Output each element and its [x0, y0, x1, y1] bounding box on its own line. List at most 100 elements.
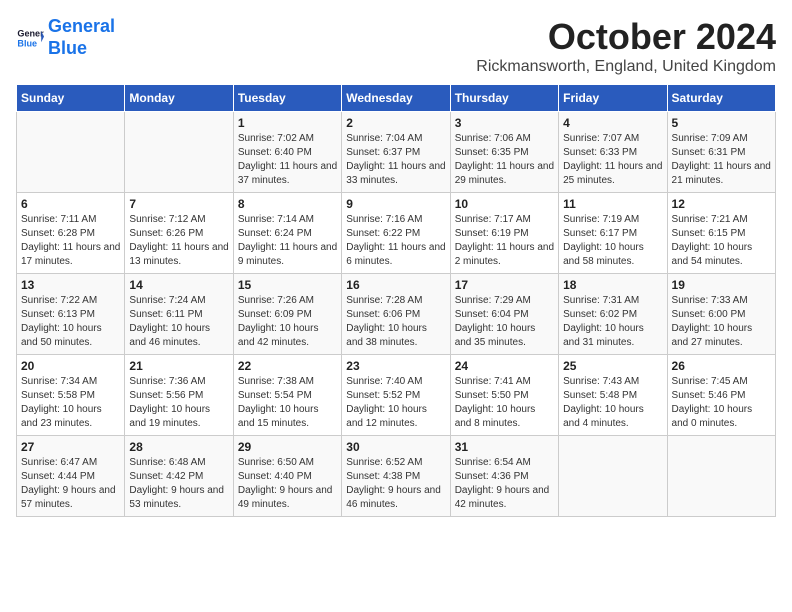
day-number: 28	[129, 440, 228, 454]
logo-text: GeneralBlue	[48, 16, 115, 59]
calendar-week-row: 27 Sunrise: 6:47 AMSunset: 4:44 PMDayligh…	[17, 436, 776, 517]
calendar-day-cell: 18Sunrise: 7:31 AMSunset: 6:02 PMDayligh…	[559, 274, 667, 355]
calendar-day-cell: 9 Sunrise: 7:16 AMSunset: 6:22 PMDaylight…	[342, 193, 450, 274]
day-number: 18	[563, 278, 662, 292]
calendar-day-cell: 25Sunrise: 7:43 AMSunset: 5:48 PMDayligh…	[559, 355, 667, 436]
day-number: 9	[346, 197, 445, 211]
day-number: 30	[346, 440, 445, 454]
day-number: 27	[21, 440, 120, 454]
day-number: 5	[672, 116, 771, 130]
calendar-day-cell	[125, 112, 233, 193]
calendar-day-cell: 15 Sunrise: 7:26 AMSunset: 6:09 PMDayligh…	[233, 274, 341, 355]
calendar-day-cell	[667, 436, 775, 517]
day-info: Sunrise: 7:40 AMSunset: 5:52 PMDaylight:…	[346, 375, 445, 431]
day-number: 4	[563, 116, 662, 130]
day-number: 1	[238, 116, 337, 130]
calendar-day-cell: 6Sunrise: 7:11 AMSunset: 6:28 PMDaylight…	[17, 193, 125, 274]
day-info: Sunrise: 7:06 AMSunset: 6:35 PMDaylight:…	[455, 132, 554, 188]
calendar-day-cell: 11Sunrise: 7:19 AMSunset: 6:17 PMDayligh…	[559, 193, 667, 274]
day-number: 13	[21, 278, 120, 292]
calendar-week-row: 13 Sunrise: 7:22 AMSunset: 6:13 PMDayligh…	[17, 274, 776, 355]
calendar-day-cell: 12 Sunrise: 7:21 AMSunset: 6:15 PMDayligh…	[667, 193, 775, 274]
calendar-week-row: 20Sunrise: 7:34 AMSunset: 5:58 PMDayligh…	[17, 355, 776, 436]
weekday-header: Thursday	[450, 85, 558, 112]
logo: General Blue GeneralBlue	[16, 16, 115, 59]
calendar-table: SundayMondayTuesdayWednesdayThursdayFrid…	[16, 84, 776, 517]
page-header: General Blue GeneralBlue October 2024 Ri…	[16, 16, 776, 76]
calendar-week-row: 1 Sunrise: 7:02 AMSunset: 6:40 PMDaylight…	[17, 112, 776, 193]
day-number: 10	[455, 197, 554, 211]
day-number: 7	[129, 197, 228, 211]
day-number: 26	[672, 359, 771, 373]
day-info: Sunrise: 7:29 AMSunset: 6:04 PMDaylight:…	[455, 294, 554, 350]
day-info: Sunrise: 7:28 AMSunset: 6:06 PMDaylight:…	[346, 294, 445, 350]
day-info: Sunrise: 7:22 AMSunset: 6:13 PMDaylight:…	[21, 294, 120, 350]
calendar-day-cell: 24Sunrise: 7:41 AMSunset: 5:50 PMDayligh…	[450, 355, 558, 436]
day-info: Sunrise: 6:52 AMSunset: 4:38 PMDaylight:…	[346, 456, 445, 512]
weekday-header: Friday	[559, 85, 667, 112]
day-info: Sunrise: 6:47 AMSunset: 4:44 PMDaylight:…	[21, 456, 120, 512]
weekday-header: Sunday	[17, 85, 125, 112]
calendar-day-cell: 10 Sunrise: 7:17 AMSunset: 6:19 PMDayligh…	[450, 193, 558, 274]
calendar-day-cell: 13 Sunrise: 7:22 AMSunset: 6:13 PMDayligh…	[17, 274, 125, 355]
svg-text:General: General	[17, 28, 44, 38]
day-number: 3	[455, 116, 554, 130]
day-info: Sunrise: 7:21 AMSunset: 6:15 PMDaylight:…	[672, 213, 771, 269]
weekday-header: Wednesday	[342, 85, 450, 112]
calendar-day-cell: 29 Sunrise: 6:50 AMSunset: 4:40 PMDayligh…	[233, 436, 341, 517]
day-info: Sunrise: 7:11 AMSunset: 6:28 PMDaylight:…	[21, 213, 120, 269]
day-number: 12	[672, 197, 771, 211]
calendar-day-cell: 1 Sunrise: 7:02 AMSunset: 6:40 PMDaylight…	[233, 112, 341, 193]
day-info: Sunrise: 7:12 AMSunset: 6:26 PMDaylight:…	[129, 213, 228, 269]
day-number: 16	[346, 278, 445, 292]
day-number: 19	[672, 278, 771, 292]
calendar-day-cell: 22 Sunrise: 7:38 AMSunset: 5:54 PMDayligh…	[233, 355, 341, 436]
day-info: Sunrise: 7:45 AMSunset: 5:46 PMDaylight:…	[672, 375, 771, 431]
calendar-day-cell: 23 Sunrise: 7:40 AMSunset: 5:52 PMDayligh…	[342, 355, 450, 436]
day-info: Sunrise: 7:33 AMSunset: 6:00 PMDaylight:…	[672, 294, 771, 350]
calendar-day-cell: 8Sunrise: 7:14 AMSunset: 6:24 PMDaylight…	[233, 193, 341, 274]
day-number: 15	[238, 278, 337, 292]
calendar-day-cell: 5Sunrise: 7:09 AMSunset: 6:31 PMDaylight…	[667, 112, 775, 193]
day-number: 14	[129, 278, 228, 292]
calendar-day-cell: 26 Sunrise: 7:45 AMSunset: 5:46 PMDayligh…	[667, 355, 775, 436]
day-info: Sunrise: 7:16 AMSunset: 6:22 PMDaylight:…	[346, 213, 445, 269]
day-info: Sunrise: 7:02 AMSunset: 6:40 PMDaylight:…	[238, 132, 337, 188]
calendar-day-cell: 16 Sunrise: 7:28 AMSunset: 6:06 PMDayligh…	[342, 274, 450, 355]
logo-icon: General Blue	[16, 24, 44, 52]
day-number: 2	[346, 116, 445, 130]
calendar-day-cell: 27 Sunrise: 6:47 AMSunset: 4:44 PMDayligh…	[17, 436, 125, 517]
calendar-day-cell: 4Sunrise: 7:07 AMSunset: 6:33 PMDaylight…	[559, 112, 667, 193]
calendar-day-cell: 3 Sunrise: 7:06 AMSunset: 6:35 PMDaylight…	[450, 112, 558, 193]
month-title: October 2024	[476, 16, 776, 58]
day-info: Sunrise: 7:04 AMSunset: 6:37 PMDaylight:…	[346, 132, 445, 188]
calendar-day-cell: 21 Sunrise: 7:36 AMSunset: 5:56 PMDayligh…	[125, 355, 233, 436]
calendar-day-cell: 31Sunrise: 6:54 AMSunset: 4:36 PMDayligh…	[450, 436, 558, 517]
title-block: October 2024 Rickmansworth, England, Uni…	[476, 16, 776, 76]
weekday-header: Saturday	[667, 85, 775, 112]
day-info: Sunrise: 6:50 AMSunset: 4:40 PMDaylight:…	[238, 456, 337, 512]
day-info: Sunrise: 7:26 AMSunset: 6:09 PMDaylight:…	[238, 294, 337, 350]
calendar-day-cell: 7 Sunrise: 7:12 AMSunset: 6:26 PMDaylight…	[125, 193, 233, 274]
calendar-day-cell: 17 Sunrise: 7:29 AMSunset: 6:04 PMDayligh…	[450, 274, 558, 355]
weekday-header: Tuesday	[233, 85, 341, 112]
calendar-day-cell: 20Sunrise: 7:34 AMSunset: 5:58 PMDayligh…	[17, 355, 125, 436]
day-number: 17	[455, 278, 554, 292]
day-info: Sunrise: 7:14 AMSunset: 6:24 PMDaylight:…	[238, 213, 337, 269]
day-number: 22	[238, 359, 337, 373]
day-info: Sunrise: 7:38 AMSunset: 5:54 PMDaylight:…	[238, 375, 337, 431]
day-info: Sunrise: 7:34 AMSunset: 5:58 PMDaylight:…	[21, 375, 120, 431]
weekday-header: Monday	[125, 85, 233, 112]
calendar-day-cell	[17, 112, 125, 193]
day-info: Sunrise: 7:24 AMSunset: 6:11 PMDaylight:…	[129, 294, 228, 350]
day-number: 21	[129, 359, 228, 373]
day-info: Sunrise: 7:17 AMSunset: 6:19 PMDaylight:…	[455, 213, 554, 269]
svg-text:Blue: Blue	[17, 38, 37, 48]
calendar-day-cell: 30 Sunrise: 6:52 AMSunset: 4:38 PMDayligh…	[342, 436, 450, 517]
day-info: Sunrise: 7:43 AMSunset: 5:48 PMDaylight:…	[563, 375, 662, 431]
calendar-day-cell	[559, 436, 667, 517]
day-number: 23	[346, 359, 445, 373]
day-number: 29	[238, 440, 337, 454]
day-info: Sunrise: 7:36 AMSunset: 5:56 PMDaylight:…	[129, 375, 228, 431]
day-info: Sunrise: 6:48 AMSunset: 4:42 PMDaylight:…	[129, 456, 228, 512]
